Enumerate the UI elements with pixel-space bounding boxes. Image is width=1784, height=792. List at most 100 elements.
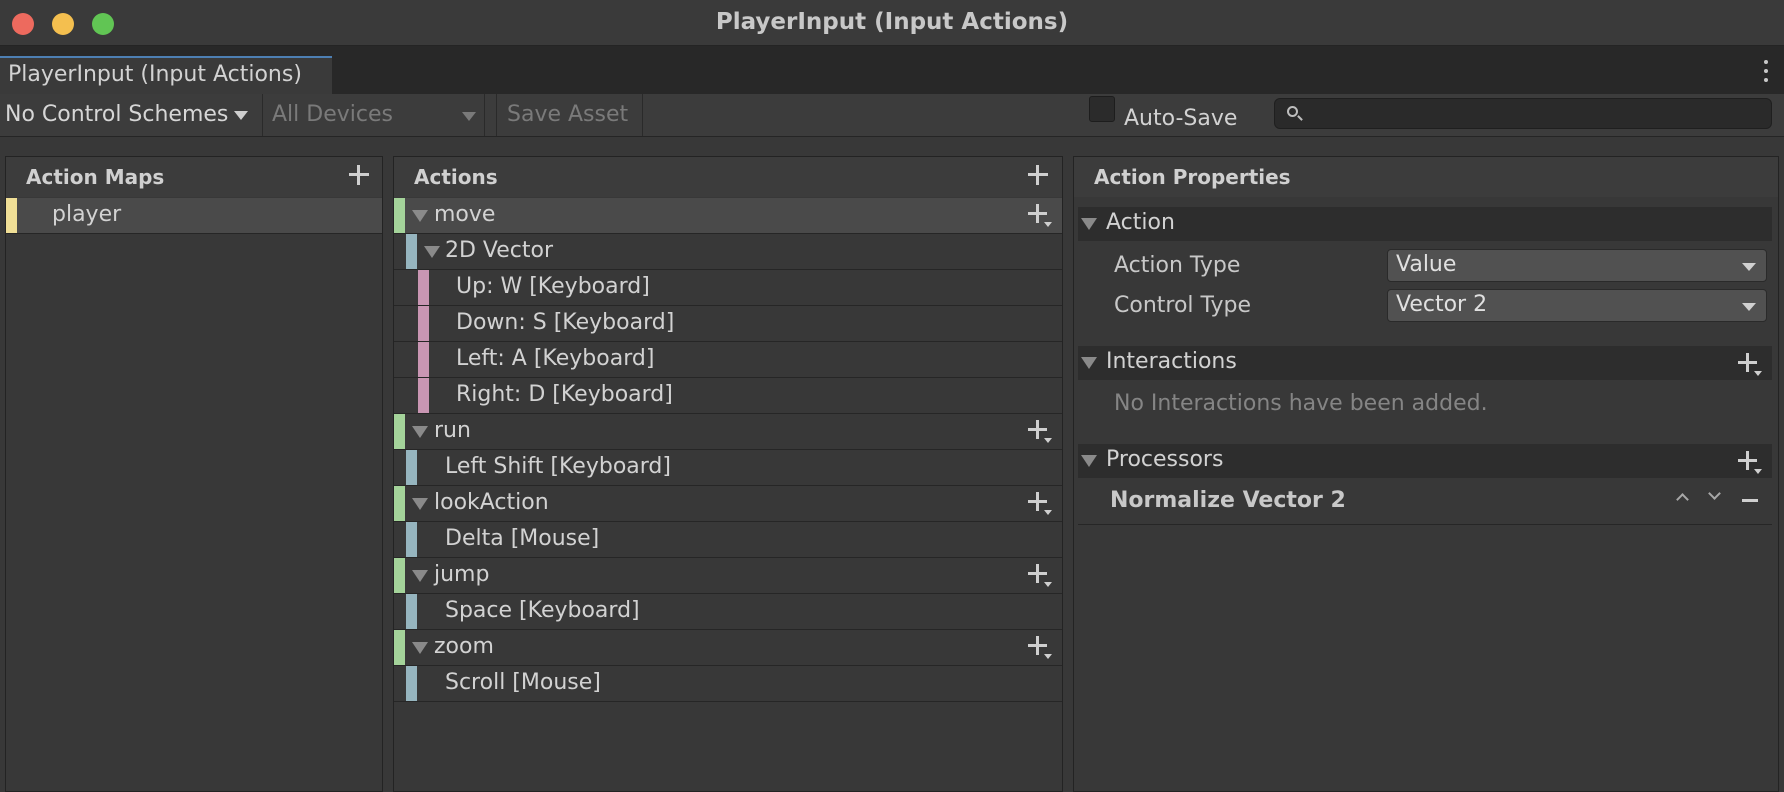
expand-triangle-icon[interactable] — [412, 426, 428, 438]
control-type-label: Control Type — [1114, 293, 1252, 318]
devices-dropdown[interactable]: All Devices — [272, 94, 484, 136]
expand-triangle-icon — [1081, 218, 1097, 230]
color-marker — [406, 522, 417, 557]
action-properties-header: Action Properties — [1074, 157, 1778, 197]
processors-section-label: Processors — [1106, 447, 1224, 472]
save-asset-button[interactable]: Save Asset — [507, 94, 628, 136]
window-title: PlayerInput (Input Actions) — [715, 9, 1069, 35]
action-item[interactable]: lookAction — [394, 486, 1062, 522]
binding-item[interactable]: Right: D [Keyboard] — [394, 378, 1062, 414]
add-interaction-icon[interactable] — [1738, 353, 1762, 377]
binding-item[interactable]: Delta [Mouse] — [394, 522, 1062, 558]
more-options-icon[interactable] — [1764, 60, 1770, 82]
expand-triangle-icon[interactable] — [424, 246, 440, 258]
color-marker — [406, 666, 417, 701]
add-action-map-icon[interactable] — [349, 165, 369, 185]
binding-item[interactable]: Up: W [Keyboard] — [394, 270, 1062, 306]
actions-header: Actions — [394, 157, 1062, 197]
action-item[interactable]: run — [394, 414, 1062, 450]
item-label: Left: A [Keyboard] — [456, 346, 655, 371]
interactions-section-header[interactable]: Interactions — [1078, 346, 1772, 380]
binding-item[interactable]: Left: A [Keyboard] — [394, 342, 1062, 378]
color-marker — [418, 342, 429, 377]
move-up-icon[interactable] — [1676, 493, 1689, 506]
processor-label: Normalize Vector 2 — [1110, 488, 1346, 513]
item-label: Delta [Mouse] — [445, 526, 600, 551]
item-label: lookAction — [434, 490, 549, 515]
control-schemes-dropdown[interactable]: No Control Schemes — [5, 94, 249, 136]
add-action-icon[interactable] — [1028, 165, 1048, 185]
item-label: Right: D [Keyboard] — [456, 382, 673, 407]
color-marker — [394, 630, 405, 665]
auto-save-label: Auto-Save — [1124, 106, 1238, 131]
composite-binding-item[interactable]: 2D Vector — [394, 234, 1062, 270]
item-label: zoom — [434, 634, 494, 659]
color-marker — [418, 306, 429, 341]
action-map-label: player — [52, 202, 122, 227]
expand-triangle-icon[interactable] — [412, 498, 428, 510]
color-marker — [406, 450, 417, 485]
color-marker — [406, 234, 417, 269]
search-input[interactable] — [1274, 98, 1772, 129]
binding-item[interactable]: Down: S [Keyboard] — [394, 306, 1062, 342]
expand-triangle-icon — [1081, 357, 1097, 369]
add-binding-icon[interactable] — [1028, 204, 1052, 228]
move-down-icon[interactable] — [1708, 487, 1721, 500]
actions-panel: Actions move 2D Vector Up: W [Keyboard] Dow… — [393, 156, 1063, 792]
item-label: run — [434, 418, 471, 443]
expand-triangle-icon[interactable] — [412, 570, 428, 582]
add-binding-icon[interactable] — [1028, 636, 1052, 660]
add-binding-icon[interactable] — [1028, 420, 1052, 444]
processor-item[interactable]: Normalize Vector 2 — [1078, 480, 1772, 525]
color-marker — [394, 486, 405, 521]
color-marker — [394, 558, 405, 593]
action-section-label: Action — [1106, 210, 1175, 235]
action-maps-title: Action Maps — [26, 165, 165, 189]
item-label: Up: W [Keyboard] — [456, 274, 650, 299]
chevron-down-icon — [1742, 263, 1756, 271]
actions-title: Actions — [414, 165, 498, 189]
auto-save-checkbox[interactable] — [1089, 96, 1115, 122]
chevron-down-icon — [462, 112, 476, 121]
binding-item[interactable]: Scroll [Mouse] — [394, 666, 1062, 702]
action-maps-panel: Action Maps player — [5, 156, 383, 792]
search-icon — [1287, 106, 1298, 117]
expand-triangle-icon[interactable] — [412, 642, 428, 654]
devices-label: All Devices — [272, 102, 393, 127]
action-item[interactable]: jump — [394, 558, 1062, 594]
processors-section-header[interactable]: Processors — [1078, 444, 1772, 478]
color-marker — [394, 414, 405, 449]
color-marker — [418, 378, 429, 413]
tab-player-input[interactable]: PlayerInput (Input Actions) — [0, 56, 332, 94]
add-binding-icon[interactable] — [1028, 492, 1052, 516]
interactions-section-label: Interactions — [1106, 349, 1237, 374]
add-binding-icon[interactable] — [1028, 564, 1052, 588]
binding-item[interactable]: Space [Keyboard] — [394, 594, 1062, 630]
expand-triangle-icon — [1081, 455, 1097, 467]
action-type-label: Action Type — [1114, 253, 1241, 278]
remove-processor-icon[interactable] — [1742, 499, 1758, 502]
chevron-down-icon — [1742, 303, 1756, 311]
item-label: Space [Keyboard] — [445, 598, 640, 623]
action-item[interactable]: move — [394, 198, 1062, 234]
action-type-dropdown[interactable]: Value — [1387, 249, 1767, 282]
control-schemes-label: No Control Schemes — [5, 102, 229, 127]
item-label: Scroll [Mouse] — [445, 670, 601, 695]
action-type-value: Value — [1396, 252, 1457, 277]
action-section-header[interactable]: Action — [1078, 207, 1772, 241]
title-bar: PlayerInput (Input Actions) — [0, 0, 1784, 46]
no-interactions-text: No Interactions have been added. — [1114, 391, 1488, 416]
expand-triangle-icon[interactable] — [412, 210, 428, 222]
control-type-dropdown[interactable]: Vector 2 — [1387, 289, 1767, 322]
item-label: Left Shift [Keyboard] — [445, 454, 671, 479]
action-map-color-marker — [6, 198, 17, 233]
item-label: move — [434, 202, 496, 227]
item-label: Down: S [Keyboard] — [456, 310, 675, 335]
action-map-item-player[interactable]: player — [6, 198, 382, 234]
item-label: jump — [434, 562, 490, 587]
action-item[interactable]: zoom — [394, 630, 1062, 666]
binding-item[interactable]: Left Shift [Keyboard] — [394, 450, 1062, 486]
item-label: 2D Vector — [445, 238, 554, 263]
add-processor-icon[interactable] — [1738, 451, 1762, 475]
action-maps-header: Action Maps — [6, 157, 382, 197]
